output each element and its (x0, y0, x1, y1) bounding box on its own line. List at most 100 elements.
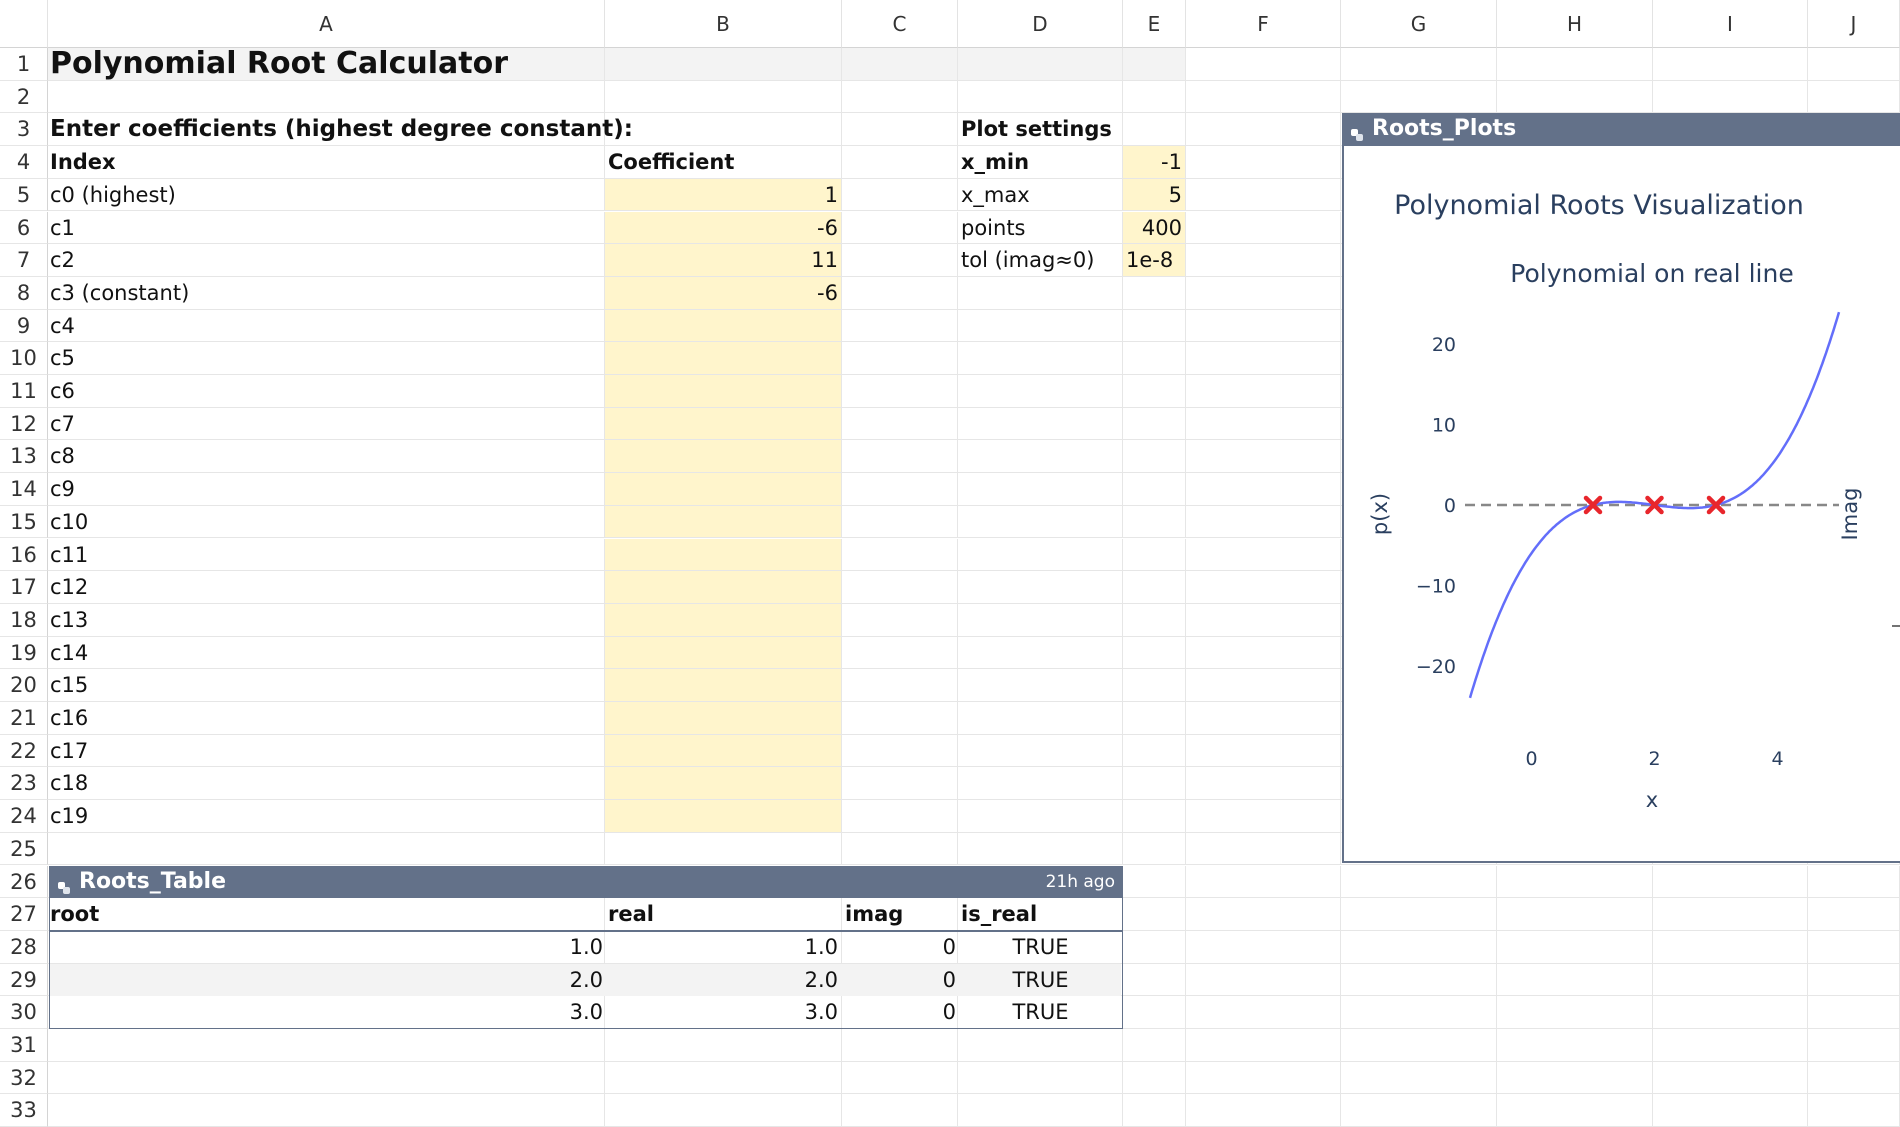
grid-cell[interactable] (48, 407, 605, 441)
grid-cell[interactable] (1341, 1061, 1497, 1095)
grid-cell[interactable] (1186, 146, 1341, 179)
row-header-16[interactable]: 16 (0, 538, 48, 572)
grid-cell[interactable] (958, 800, 1123, 833)
grid-cell[interactable] (842, 636, 958, 670)
grid-cell[interactable] (605, 832, 842, 866)
grid-cell[interactable] (842, 800, 958, 833)
grid-cell[interactable] (958, 1094, 1123, 1127)
row-header-21[interactable]: 21 (0, 702, 48, 735)
grid-cell[interactable] (958, 505, 1123, 539)
grid-cell[interactable] (1123, 963, 1186, 997)
grid-cell[interactable] (1341, 1029, 1497, 1062)
grid-cell[interactable] (1186, 178, 1341, 212)
coefficient-input[interactable] (605, 767, 838, 800)
grid-cell[interactable] (1123, 113, 1186, 147)
grid-cell[interactable] (1123, 473, 1186, 506)
grid-cell[interactable] (48, 309, 605, 343)
row-header-30[interactable]: 30 (0, 996, 48, 1029)
grid-cell[interactable] (1186, 930, 1341, 964)
grid-cell[interactable] (1186, 407, 1341, 441)
grid-cell[interactable] (842, 1061, 958, 1095)
row-header-28[interactable]: 28 (0, 930, 48, 964)
grid-cell[interactable] (1186, 865, 1341, 899)
grid-cell[interactable] (958, 571, 1123, 604)
row-header-20[interactable]: 20 (0, 669, 48, 702)
grid-cell[interactable] (1341, 963, 1497, 997)
grid-cell[interactable] (1123, 800, 1186, 833)
grid-cell[interactable] (1341, 48, 1497, 81)
grid-cell[interactable] (958, 473, 1123, 506)
grid-cell[interactable] (842, 669, 958, 702)
grid-cell[interactable] (842, 48, 958, 81)
grid-cell[interactable] (1186, 440, 1341, 474)
row-header-26[interactable]: 26 (0, 865, 48, 899)
grid-cell[interactable] (958, 440, 1123, 474)
coefficient-input[interactable] (605, 310, 838, 343)
grid-cell[interactable] (958, 342, 1123, 375)
grid-cell[interactable] (48, 211, 605, 245)
grid-cell[interactable] (958, 375, 1123, 408)
grid-cell[interactable] (605, 48, 842, 81)
row-header-5[interactable]: 5 (0, 178, 48, 212)
plot-setting-value[interactable]: 1e-8 (1126, 244, 1184, 277)
row-header-13[interactable]: 13 (0, 440, 48, 474)
grid-cell[interactable] (1186, 1061, 1341, 1095)
coefficient-input[interactable]: -6 (605, 212, 838, 245)
grid-cell[interactable] (1123, 309, 1186, 343)
grid-cell[interactable] (1497, 930, 1653, 964)
grid-cell[interactable] (1497, 80, 1653, 114)
grid-cell[interactable] (842, 309, 958, 343)
column-header-b[interactable]: B (605, 0, 842, 48)
grid-cell[interactable] (1497, 865, 1653, 899)
column-header-e[interactable]: E (1123, 0, 1186, 48)
grid-cell[interactable] (842, 538, 958, 572)
roots-table-header-bar[interactable]: Roots_Table 21h ago (49, 865, 1123, 899)
grid-cell[interactable] (958, 734, 1123, 768)
grid-cell[interactable] (1497, 963, 1653, 997)
grid-cell[interactable] (48, 538, 605, 572)
grid-cell[interactable] (958, 276, 1123, 310)
grid-cell[interactable] (1497, 1061, 1653, 1095)
coefficient-input[interactable] (605, 440, 838, 473)
grid-cell[interactable] (1808, 898, 1900, 931)
grid-cell[interactable] (842, 1029, 958, 1062)
grid-cell[interactable] (1808, 1061, 1900, 1095)
coefficient-input[interactable] (605, 800, 838, 833)
grid-cell[interactable] (1341, 898, 1497, 931)
column-header-c[interactable]: C (842, 0, 958, 48)
grid-cell[interactable] (1186, 80, 1341, 114)
grid-cell[interactable] (1186, 473, 1341, 506)
grid-cell[interactable] (48, 669, 605, 702)
coefficient-input[interactable] (605, 539, 838, 572)
grid-cell[interactable] (1186, 898, 1341, 931)
grid-cell[interactable] (48, 767, 605, 801)
grid-cell[interactable] (1186, 571, 1341, 604)
coefficient-input[interactable] (605, 637, 838, 670)
grid-cell[interactable] (958, 702, 1123, 735)
row-header-14[interactable]: 14 (0, 473, 48, 506)
grid-cell[interactable] (842, 276, 958, 310)
column-header-i[interactable]: I (1653, 0, 1808, 48)
grid-cell[interactable] (958, 309, 1123, 343)
grid-cell[interactable] (1186, 702, 1341, 735)
grid-cell[interactable] (1186, 309, 1341, 343)
grid-cell[interactable] (1123, 603, 1186, 637)
plot-setting-value[interactable]: -1 (1123, 146, 1182, 179)
grid-cell[interactable] (1186, 800, 1341, 833)
grid-cell[interactable] (1341, 80, 1497, 114)
row-header-4[interactable]: 4 (0, 146, 48, 179)
row-header-6[interactable]: 6 (0, 211, 48, 245)
grid-cell[interactable] (842, 178, 958, 212)
row-header-11[interactable]: 11 (0, 375, 48, 408)
grid-cell[interactable] (1123, 440, 1186, 474)
grid-cell[interactable] (1123, 636, 1186, 670)
grid-cell[interactable] (48, 440, 605, 474)
grid-cell[interactable] (1341, 930, 1497, 964)
grid-cell[interactable] (1497, 48, 1653, 81)
grid-cell[interactable] (842, 244, 958, 277)
grid-cell[interactable] (1653, 898, 1808, 931)
grid-cell[interactable] (48, 1094, 605, 1127)
row-header-3[interactable]: 3 (0, 113, 48, 147)
grid-cell[interactable] (842, 342, 958, 375)
row-header-27[interactable]: 27 (0, 898, 48, 931)
